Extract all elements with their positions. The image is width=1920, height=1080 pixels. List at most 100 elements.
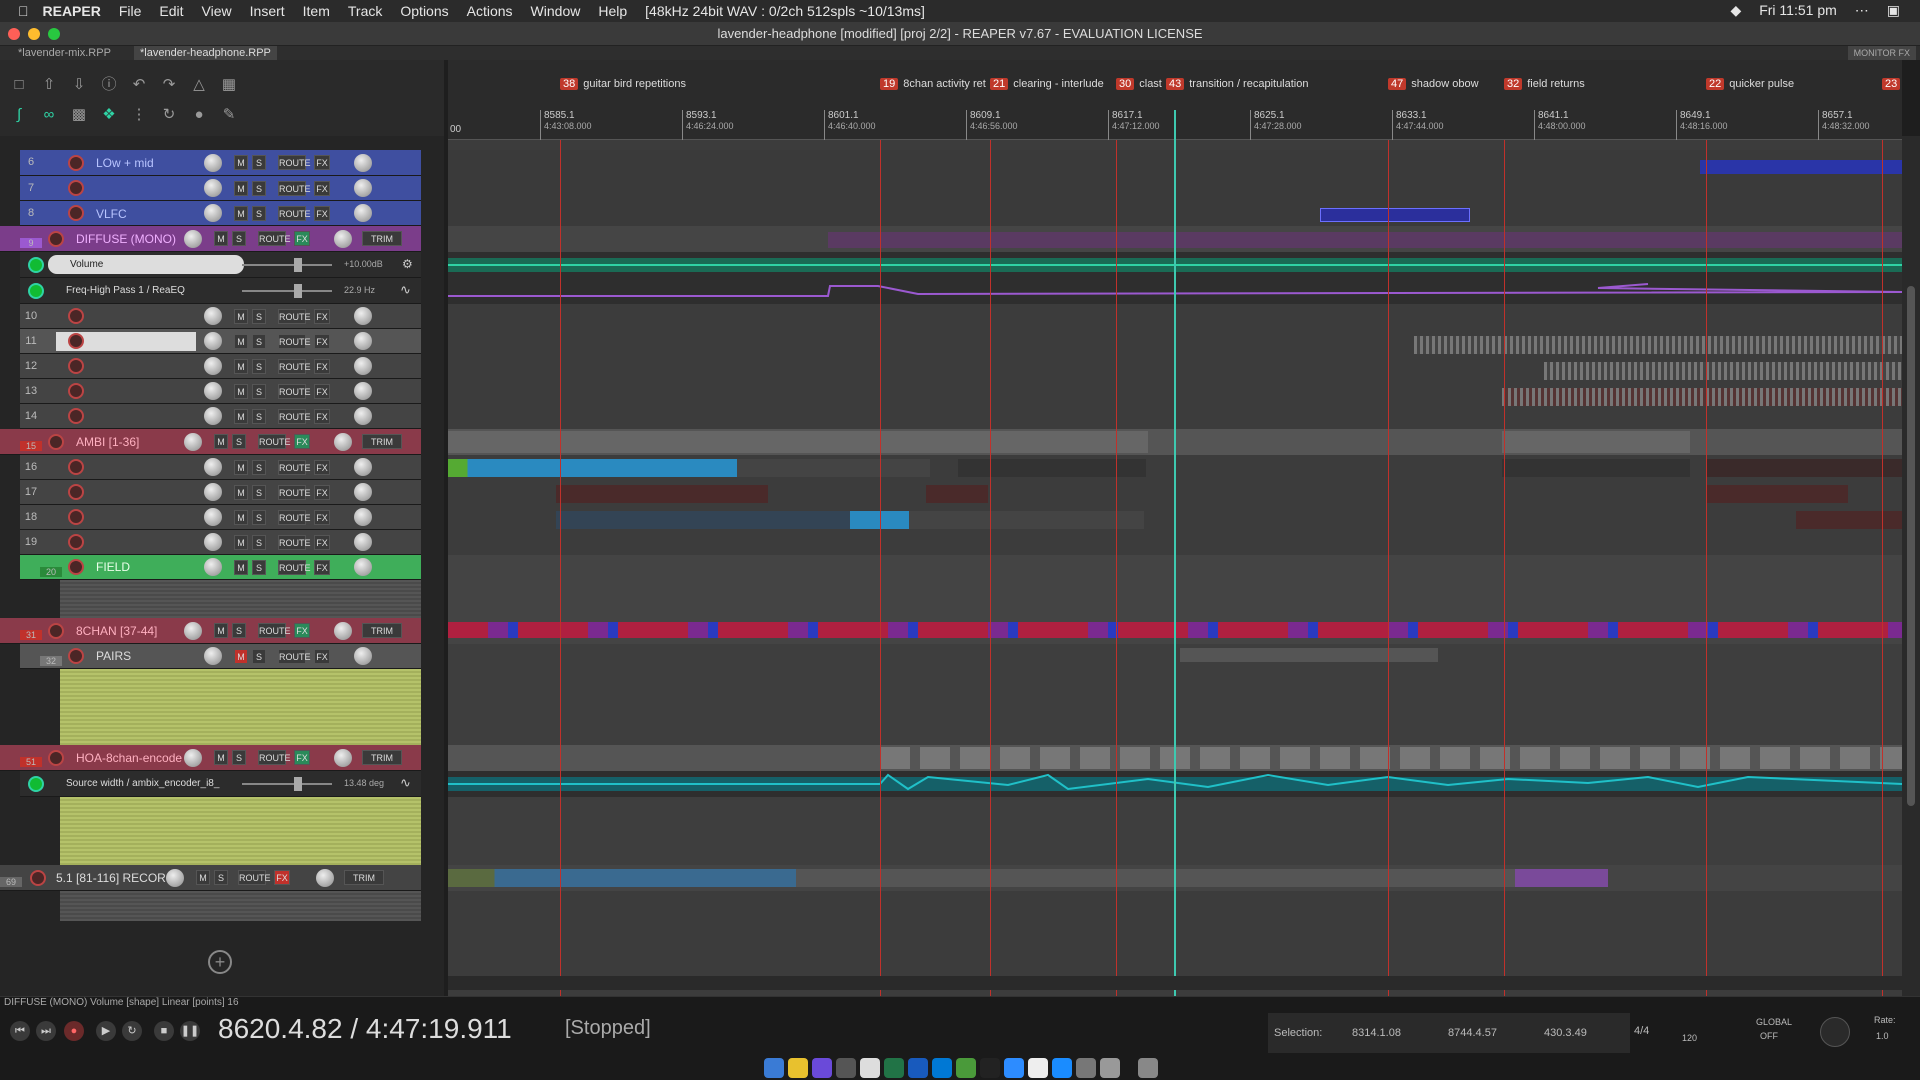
marker-22[interactable]: 22 quicker pulse	[1706, 78, 1794, 90]
route-button[interactable]: ROUTE	[278, 309, 311, 324]
route-button[interactable]: ROUTE	[258, 231, 291, 246]
record-arm-button[interactable]	[68, 648, 84, 664]
trim-button[interactable]: TRIM	[344, 870, 384, 885]
record-arm-button[interactable]	[68, 534, 84, 550]
solo-button[interactable]: S	[252, 309, 266, 324]
project-settings-icon[interactable]: ⓘ	[98, 74, 120, 96]
solo-button[interactable]: S	[252, 649, 266, 664]
tab-lavender-mix[interactable]: *lavender-mix.RPP	[12, 46, 117, 60]
route-button[interactable]: ROUTE	[238, 870, 271, 885]
finder-icon[interactable]	[764, 1058, 784, 1078]
route-button[interactable]: ROUTE	[278, 510, 311, 525]
word-icon[interactable]	[908, 1058, 928, 1078]
solo-button[interactable]: S	[232, 434, 246, 449]
volume-knob[interactable]	[204, 558, 222, 576]
fx-button[interactable]: FX	[314, 309, 330, 324]
media-item[interactable]	[880, 747, 1902, 769]
freq-envelope-lane[interactable]: Freq-High Pass 1 / ReaEQ 22.9 Hz ∿	[20, 278, 421, 304]
solo-button[interactable]: S	[252, 206, 266, 221]
open-project-icon[interactable]: ⇧	[38, 74, 60, 96]
volume-knob[interactable]	[204, 332, 222, 350]
media-item[interactable]	[1502, 388, 1902, 406]
pan-knob[interactable]	[334, 230, 352, 248]
route-button[interactable]: ROUTE	[278, 334, 311, 349]
menu-track[interactable]: Track	[348, 3, 382, 19]
track-18[interactable]: 18 M S ROUTE FX	[20, 505, 421, 530]
menu-edit[interactable]: Edit	[159, 3, 183, 19]
file-icon[interactable]	[1028, 1058, 1048, 1078]
music-app-icon[interactable]	[812, 1058, 832, 1078]
route-button[interactable]: ROUTE	[278, 155, 311, 170]
envelope-name[interactable]: Freq-High Pass 1 / ReaEQ	[66, 285, 185, 296]
route-button[interactable]: ROUTE	[258, 750, 291, 765]
solo-button[interactable]: S	[252, 384, 266, 399]
envelope-name[interactable]: Source width / ambix_encoder_i8_	[66, 778, 219, 789]
marker-47[interactable]: 47 shadow obow	[1388, 78, 1479, 90]
track-name[interactable]: VLFC	[96, 207, 127, 221]
track-69-folder[interactable]: 69 5.1 [81-116] RECOR M S ROUTE FX TRIM	[0, 865, 421, 891]
marker-19[interactable]: 19 8chan activity ret	[880, 78, 986, 90]
volume-knob[interactable]	[204, 357, 222, 375]
menu-options[interactable]: Options	[400, 3, 448, 19]
reaper-icon[interactable]	[980, 1058, 1000, 1078]
undo-icon[interactable]: ↶	[128, 74, 150, 96]
track-32[interactable]: 32 PAIRS M S ROUTE FX	[20, 644, 421, 669]
go-start-button[interactable]: ⏮	[10, 1021, 30, 1041]
media-item[interactable]	[448, 459, 930, 477]
grid-icon[interactable]: ▦	[218, 74, 240, 96]
fx-button[interactable]: FX	[314, 485, 330, 500]
mute-button[interactable]: M	[214, 750, 228, 765]
marker-38[interactable]: 38 guitar bird repetitions	[560, 78, 686, 90]
go-end-button[interactable]: ⏭	[36, 1021, 56, 1041]
fx-button[interactable]: FX	[314, 535, 330, 550]
fader-handle[interactable]	[294, 258, 302, 272]
clock[interactable]: Fri 11:51 pm	[1759, 2, 1837, 19]
pause-button[interactable]: ❚❚	[180, 1021, 200, 1041]
envelope-points-icon[interactable]: ⋮	[128, 104, 150, 126]
global-automation[interactable]: GLOBAL	[1756, 1017, 1792, 1027]
pan-knob[interactable]	[334, 622, 352, 640]
track-20[interactable]: 20 FIELD M S ROUTE FX	[20, 555, 421, 580]
record-arm-button[interactable]	[68, 308, 84, 324]
fx-button[interactable]: FX	[294, 750, 310, 765]
selection-length[interactable]: 430.3.49	[1544, 1027, 1587, 1039]
chrome-alt-icon[interactable]	[956, 1058, 976, 1078]
mute-button[interactable]: M	[234, 560, 248, 575]
master-knob[interactable]	[1820, 1017, 1850, 1047]
mute-button[interactable]: M	[234, 384, 248, 399]
time-signature[interactable]: 4/4	[1634, 1025, 1649, 1037]
rate-value[interactable]: 1.0	[1876, 1031, 1889, 1041]
fx-button[interactable]: FX	[314, 409, 330, 424]
solo-button[interactable]: S	[252, 334, 266, 349]
record-arm-button[interactable]	[68, 383, 84, 399]
apple-icon[interactable]: 	[18, 3, 29, 19]
pan-knob[interactable]	[354, 407, 372, 425]
media-item[interactable]	[1706, 459, 1902, 477]
marker-30[interactable]: 30 clast	[1116, 78, 1162, 90]
track-name[interactable]: FIELD	[96, 560, 130, 574]
volume-knob[interactable]	[204, 483, 222, 501]
media-item[interactable]	[1502, 459, 1690, 477]
envelope-fader[interactable]	[242, 264, 332, 266]
track-6[interactable]: 6 LOw + mid M S ROUTE FX	[20, 150, 421, 176]
route-button[interactable]: ROUTE	[278, 181, 311, 196]
mute-button[interactable]: M	[234, 485, 248, 500]
audio-info[interactable]: [48kHz 24bit WAV : 0/2ch 512spls ~10/13m…	[645, 3, 925, 19]
record-arm-button[interactable]	[48, 623, 64, 639]
record-arm-button[interactable]	[68, 358, 84, 374]
media-item[interactable]	[1706, 485, 1848, 503]
menu-actions[interactable]: Actions	[467, 3, 513, 19]
mute-button[interactable]: M	[196, 870, 210, 885]
mute-button[interactable]: M	[234, 309, 248, 324]
media-item[interactable]	[1320, 208, 1470, 222]
mute-button[interactable]: M	[234, 359, 248, 374]
fx-button[interactable]: FX	[294, 434, 310, 449]
pan-knob[interactable]	[354, 204, 372, 222]
solo-button[interactable]: S	[252, 181, 266, 196]
envelope-active-button[interactable]	[28, 257, 44, 273]
link-icon[interactable]: ∞	[38, 104, 60, 126]
volume-knob[interactable]	[184, 622, 202, 640]
fx-button[interactable]: FX	[314, 510, 330, 525]
solo-button[interactable]: S	[232, 623, 246, 638]
marker-23[interactable]: 23lo	[1882, 78, 1902, 90]
